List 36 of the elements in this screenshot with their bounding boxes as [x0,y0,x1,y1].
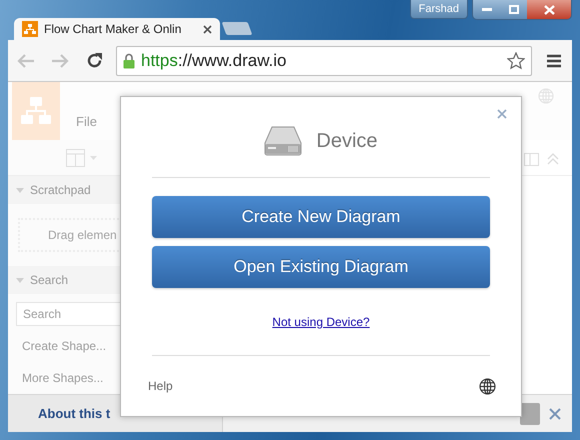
forward-arrow-icon [51,54,69,68]
minimize-icon [482,8,492,11]
maximize-button[interactable] [500,0,527,19]
tab-title: Flow Chart Maker & Onlin [44,22,182,36]
close-icon [548,406,562,420]
new-tab-button[interactable] [222,22,252,35]
back-arrow-icon [17,54,35,68]
section-title: Search [30,273,68,287]
hard-drive-icon [264,126,302,156]
help-link[interactable]: Help [148,379,173,393]
section-title: Scratchpad [30,183,91,197]
star-icon[interactable] [507,52,525,70]
diagram-button[interactable]: Create New Diagram [152,196,490,238]
menu-item[interactable]: File [76,114,97,129]
dialog-title: Device [316,130,378,152]
maximize-icon [508,5,518,14]
flowchart-logo-icon [22,21,38,37]
close-icon [544,4,554,14]
user-badge[interactable]: Farshad [410,0,468,19]
close-button[interactable] [548,406,562,420]
sidebar-link[interactable]: Create Shape... [22,339,106,353]
sidebar-link[interactable]: More Shapes... [22,371,104,385]
close-icon[interactable] [203,24,212,34]
storage-link[interactable]: Not using Device? [272,314,370,328]
minimize-button[interactable] [473,0,500,19]
address-bar[interactable]: https://www.draw.io [116,46,532,76]
browser-tab[interactable]: Flow Chart Maker & Onlin [14,18,220,40]
footer-title: About this t [38,406,110,421]
flowchart-logo-icon [21,97,51,125]
language-icon[interactable] [479,378,496,394]
menu-icon [547,54,561,68]
reload-icon [86,52,102,69]
diagram-button[interactable]: Open Existing Diagram [152,246,490,288]
url-text: https://www.draw.io [141,50,288,70]
share-button[interactable] [520,402,540,424]
close-button[interactable] [527,0,571,19]
